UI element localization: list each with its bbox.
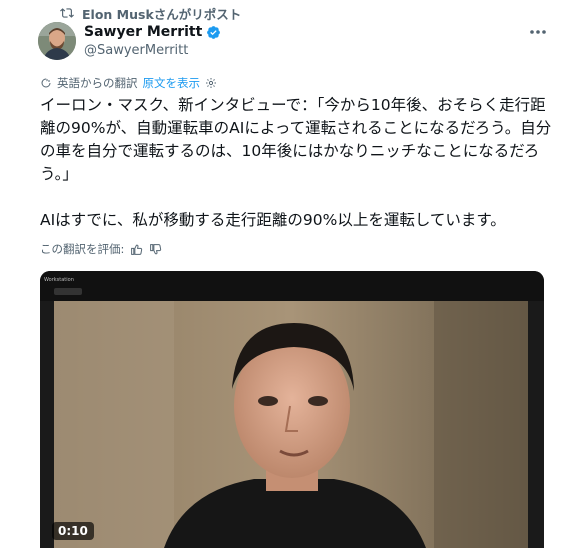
tweet-line: 離の90%が、自動運転車のAIによって運転されることになるだろう。自分 bbox=[40, 119, 552, 137]
translation-bar: 英語からの翻訳 原文を表示 bbox=[40, 74, 217, 92]
author-name[interactable]: Sawyer Merritt bbox=[84, 24, 221, 40]
repost-context[interactable]: Elon Muskさんがリポスト bbox=[60, 4, 241, 22]
verified-badge-icon bbox=[206, 25, 221, 40]
repost-icon bbox=[60, 8, 74, 18]
avatar-image bbox=[38, 22, 76, 60]
video-frame bbox=[54, 301, 528, 548]
thumbs-down-icon[interactable] bbox=[149, 243, 162, 256]
video-timestamp: 0:10 bbox=[52, 522, 94, 540]
video-window-bar: Workstation bbox=[40, 271, 544, 301]
tweet-line: イーロン・マスク、新インタビューで：「今から10年後、おそらく走行距 bbox=[40, 96, 546, 114]
rate-label: この翻訳を評価: bbox=[40, 242, 125, 256]
video-player[interactable]: Workstation 0:10 bbox=[40, 271, 544, 548]
show-original-link[interactable]: 原文を表示 bbox=[143, 75, 201, 91]
author-handle[interactable]: @SawyerMerritt bbox=[84, 43, 188, 58]
tweet: Elon Muskさんがリポスト Sawyer Merritt @SawyerM… bbox=[0, 0, 580, 548]
translate-icon bbox=[41, 78, 51, 88]
translation-note: 英語からの翻訳 bbox=[57, 76, 138, 90]
tweet-text: イーロン・マスク、新インタビューで：「今から10年後、おそらく走行距 離の90%… bbox=[40, 94, 560, 232]
more-dots-icon bbox=[530, 30, 546, 34]
tweet-paragraph-2: AIはすでに、私が移動する走行距離の90%以上を運転しています。 bbox=[40, 211, 506, 229]
tweet-paragraph-1: イーロン・マスク、新インタビューで：「今から10年後、おそらく走行距 離の90%… bbox=[40, 94, 560, 186]
tweet-line: う。」 bbox=[40, 165, 78, 183]
video-thumbnail bbox=[54, 301, 528, 548]
video-window-tag bbox=[54, 288, 82, 295]
gear-icon[interactable] bbox=[205, 77, 217, 89]
repost-label: Elon Muskさんがリポスト bbox=[82, 6, 242, 22]
avatar[interactable] bbox=[38, 22, 76, 60]
thumbs-up-icon[interactable] bbox=[130, 243, 143, 256]
more-options-button[interactable] bbox=[528, 24, 548, 40]
video-window-label: Workstation bbox=[44, 277, 74, 283]
author-display-name: Sawyer Merritt bbox=[84, 24, 203, 40]
tweet-line: の車を自分で運転するのは、10年後にはかなりニッチなことになるだろ bbox=[40, 142, 540, 160]
rate-translation: この翻訳を評価: bbox=[40, 240, 162, 258]
